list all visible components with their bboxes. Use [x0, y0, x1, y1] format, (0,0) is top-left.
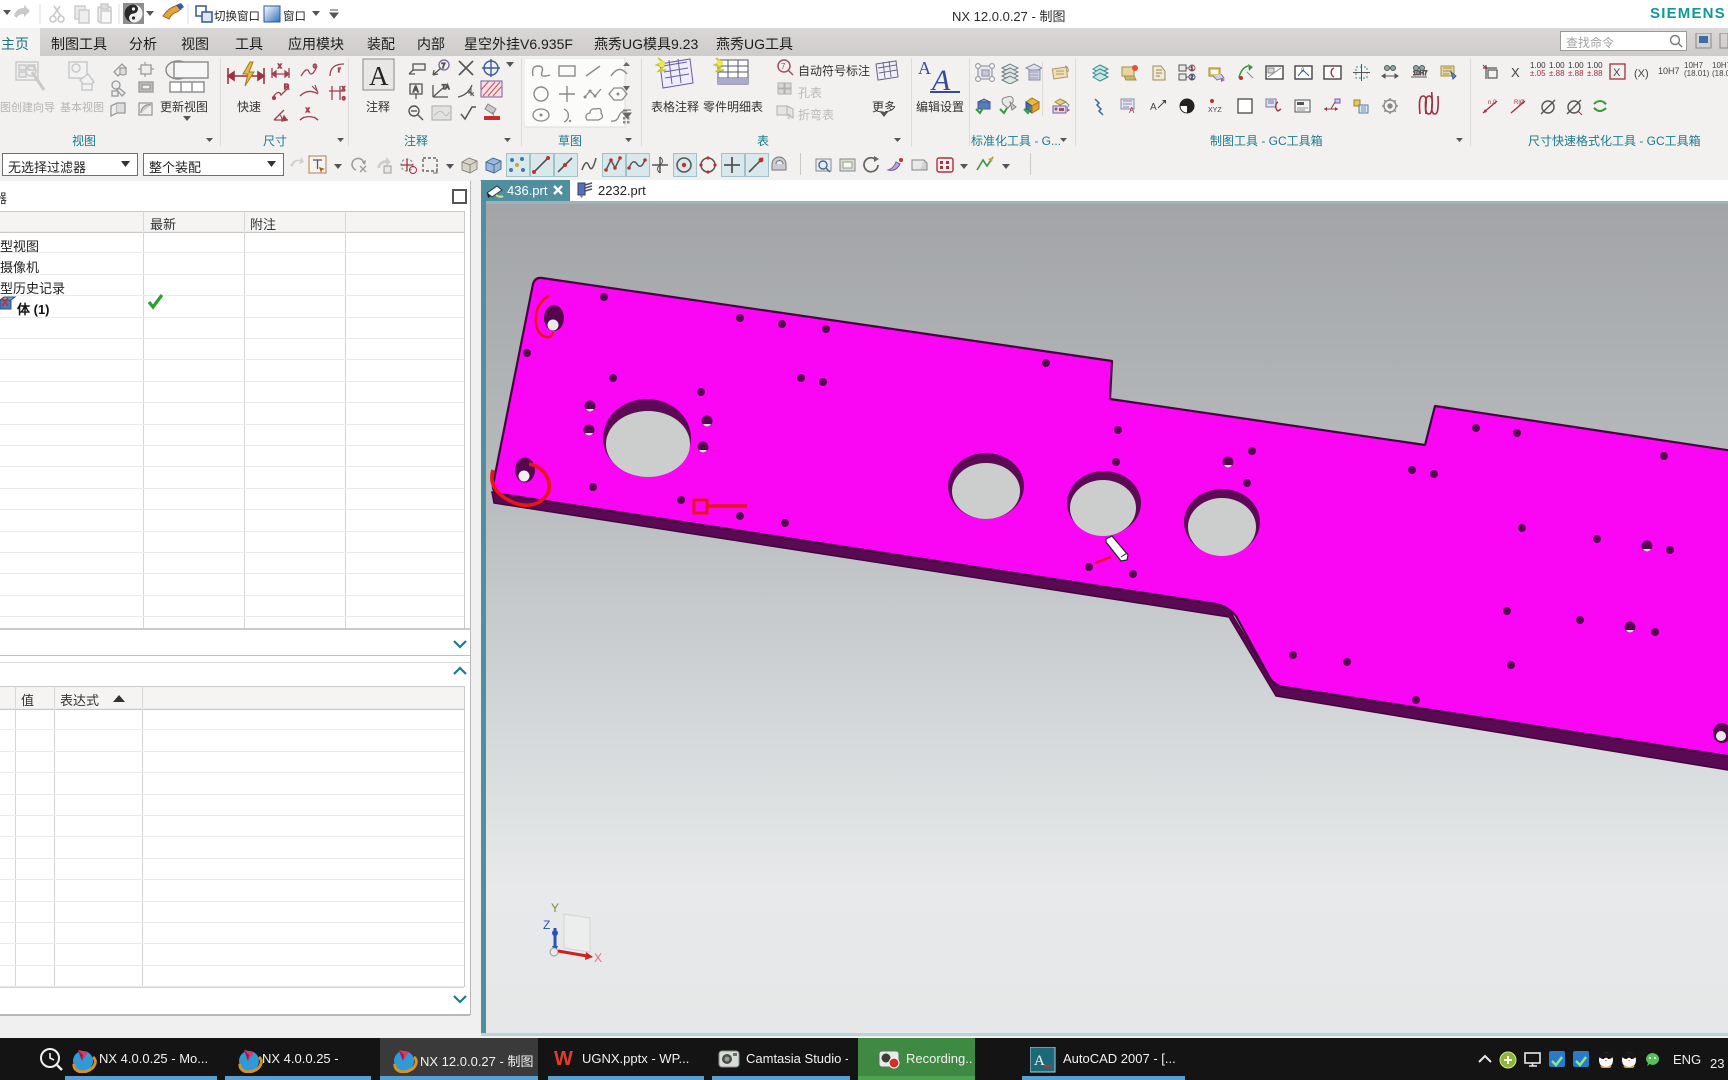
- svg-text:r: r: [338, 67, 341, 74]
- svg-text:X: X: [1613, 67, 1621, 79]
- svg-text:c: c: [313, 63, 317, 70]
- svg-text:x: x: [278, 63, 282, 70]
- svg-text:n.0: n.0: [1488, 100, 1497, 106]
- svg-text:2: 2: [787, 114, 791, 120]
- svg-text:A: A: [1150, 102, 1157, 113]
- svg-text:x: x: [306, 107, 310, 114]
- svg-text:XYZ: XYZ: [1208, 107, 1222, 114]
- svg-text:A: A: [369, 61, 389, 91]
- svg-text:A: A: [918, 58, 931, 78]
- svg-text:A: A: [1034, 1053, 1045, 1069]
- svg-text:A: A: [413, 85, 419, 94]
- svg-text:x: x: [342, 86, 345, 92]
- svg-text:1: 1: [1191, 66, 1194, 72]
- svg-text:X: X: [594, 951, 602, 965]
- svg-text:Y: Y: [551, 901, 559, 915]
- svg-text:Z: Z: [543, 918, 550, 932]
- svg-text:7: 7: [781, 62, 786, 71]
- svg-text:R|Ø: R|Ø: [1514, 100, 1525, 106]
- svg-text:2: 2: [1191, 75, 1194, 81]
- svg-text:X: X: [1511, 65, 1520, 80]
- svg-text:o: o: [342, 96, 346, 102]
- svg-text:TA: TA: [442, 85, 449, 91]
- svg-text:(X): (X): [1634, 68, 1649, 80]
- svg-text:R: R: [284, 84, 289, 91]
- svg-text:A: A: [930, 64, 951, 94]
- svg-text:A: A: [1129, 106, 1135, 115]
- svg-text:7: 7: [442, 63, 446, 70]
- svg-text:10H7: 10H7: [1413, 71, 1428, 77]
